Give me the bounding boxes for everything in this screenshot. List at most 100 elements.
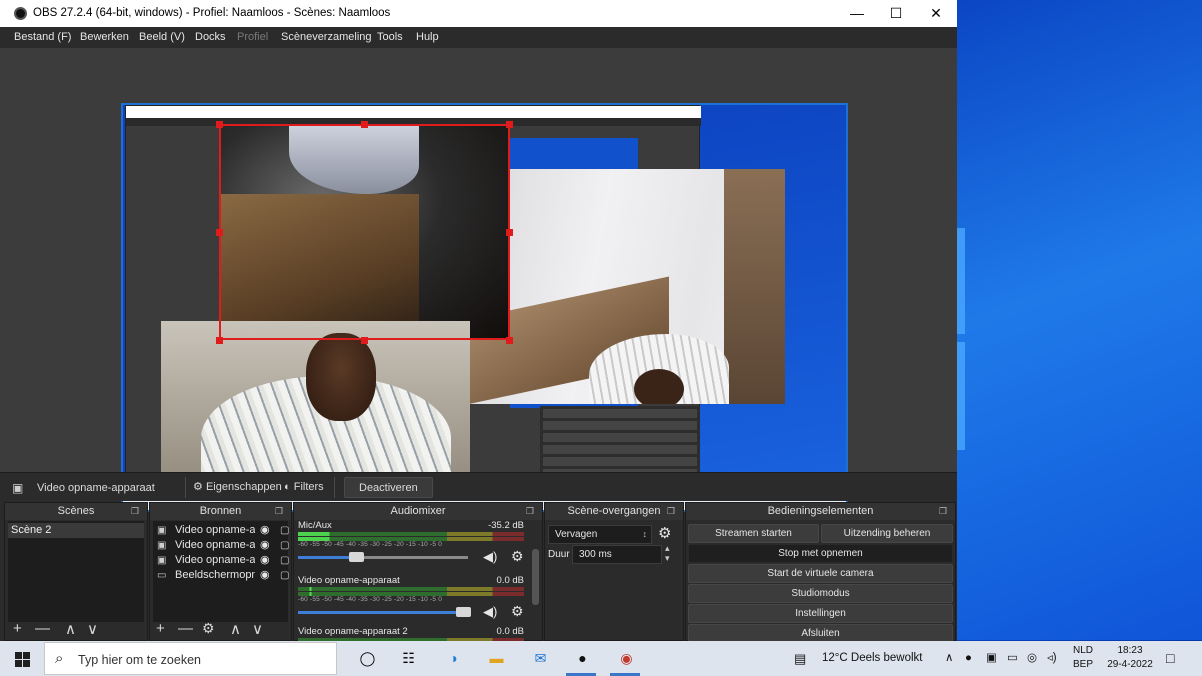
- gear-icon[interactable]: ⚙: [511, 603, 524, 620]
- source-item[interactable]: ▣ Video opname-apparaat ◉ ▢: [153, 553, 289, 568]
- volume-slider-knob[interactable]: [456, 607, 471, 617]
- source-item[interactable]: ▣ Video opname-apparaat ◉ ▢: [153, 538, 289, 553]
- mixer-scrollbar[interactable]: [532, 549, 539, 605]
- camera-icon: ▣: [157, 525, 167, 536]
- resize-handle-ne[interactable]: [506, 121, 513, 128]
- stop-recording-button[interactable]: Stop met opnemen: [688, 544, 953, 563]
- move-scene-down-button[interactable]: ∨: [87, 620, 98, 638]
- battery-icon[interactable]: ▭: [1007, 641, 1018, 676]
- visibility-eye-icon[interactable]: ◉: [260, 553, 270, 568]
- webcam-source-right[interactable]: [469, 169, 785, 404]
- scenes-dock-header: Scènes ❐: [5, 503, 147, 520]
- undock-icon[interactable]: ❐: [275, 503, 283, 520]
- resize-handle-se[interactable]: [506, 337, 513, 344]
- lock-icon[interactable]: ▢: [280, 538, 289, 553]
- visibility-eye-icon[interactable]: ◉: [260, 568, 270, 583]
- resize-handle-nw[interactable]: [216, 121, 223, 128]
- properties-label: Eigenschappen: [205, 481, 282, 493]
- webcam-source-face[interactable]: [161, 321, 470, 496]
- add-scene-button[interactable]: +: [13, 620, 22, 637]
- resize-handle-n[interactable]: [361, 121, 368, 128]
- duration-stepper-icon[interactable]: ▴ ▾: [665, 543, 670, 563]
- lock-icon[interactable]: ▢: [280, 523, 289, 538]
- source-properties-button[interactable]: ⚙: [202, 620, 215, 637]
- transition-select[interactable]: Vervagen ↕: [548, 525, 652, 544]
- visibility-eye-icon[interactable]: ◉: [260, 538, 270, 553]
- undock-icon[interactable]: ❐: [131, 503, 139, 520]
- edge-icon[interactable]: ◑: [443, 648, 464, 669]
- preview-canvas[interactable]: [121, 103, 848, 512]
- app-tray-icon[interactable]: ▣: [986, 641, 997, 676]
- notification-icon[interactable]: □: [1166, 641, 1174, 676]
- obs-taskbar-icon[interactable]: ●: [572, 648, 593, 669]
- lock-icon[interactable]: ▢: [280, 553, 289, 568]
- remove-scene-button[interactable]: —: [35, 620, 50, 637]
- cortana-icon[interactable]: ◯: [357, 648, 378, 669]
- duration-input[interactable]: 300 ms: [572, 545, 662, 564]
- resize-handle-e[interactable]: [506, 229, 513, 236]
- recorder-icon[interactable]: ◉: [616, 648, 637, 669]
- close-button[interactable]: ✕: [916, 0, 956, 27]
- minimize-button[interactable]: —: [837, 0, 877, 27]
- menu-profiel[interactable]: Profiel: [237, 31, 268, 43]
- add-source-button[interactable]: +: [156, 620, 165, 637]
- lock-icon[interactable]: ▢: [280, 568, 289, 583]
- menu-bewerken[interactable]: Bewerken: [80, 31, 129, 43]
- file-explorer-icon[interactable]: ▬: [486, 648, 507, 669]
- visibility-eye-icon[interactable]: ◉: [260, 523, 270, 538]
- taskbar-search[interactable]: ⌕ Typ hier om te zoeken: [44, 642, 337, 675]
- undock-icon[interactable]: ❐: [939, 503, 947, 520]
- level-meter: [298, 532, 524, 536]
- scene-item[interactable]: Scène 2: [8, 523, 144, 538]
- resize-handle-sw[interactable]: [216, 337, 223, 344]
- channel-name: Mic/Aux: [298, 520, 332, 531]
- task-view-icon[interactable]: ☷: [398, 648, 419, 669]
- menu-bestand[interactable]: Bestand (F): [14, 31, 71, 43]
- move-scene-up-button[interactable]: ∧: [65, 620, 76, 638]
- maximize-button[interactable]: ☐: [876, 0, 916, 27]
- source-item[interactable]: ▣ Video opname-apparaat ◉ ▢: [153, 523, 289, 538]
- tray-chevron-icon[interactable]: ∧: [945, 641, 953, 676]
- move-source-down-button[interactable]: ∨: [252, 620, 263, 638]
- speaker-icon[interactable]: ◀): [483, 549, 497, 565]
- filters-button[interactable]: ◐ Filters: [284, 477, 324, 498]
- channel-db: 0.0 dB: [496, 575, 524, 586]
- start-button[interactable]: [0, 641, 44, 676]
- language-indicator[interactable]: NLD BEP: [1070, 644, 1096, 672]
- manage-broadcast-button[interactable]: Uitzending beheren: [821, 524, 953, 543]
- exit-button[interactable]: Afsluiten: [688, 624, 953, 641]
- mixer-channel: Video opname-apparaat 0.0 dB -60 -55 -50…: [298, 575, 528, 631]
- move-source-up-button[interactable]: ∧: [230, 620, 241, 638]
- mail-icon[interactable]: ✉: [530, 648, 551, 669]
- properties-button[interactable]: ⚙ Eigenschappen: [193, 477, 282, 498]
- volume-icon[interactable]: ◃): [1047, 641, 1057, 676]
- scenes-list: Scène 2: [8, 521, 144, 622]
- studio-mode-button[interactable]: Studiomodus: [688, 584, 953, 603]
- menu-sceneverzameling[interactable]: Scèneverzameling: [281, 31, 372, 43]
- transition-gear-icon[interactable]: ⚙: [658, 524, 671, 542]
- undock-icon[interactable]: ❐: [667, 503, 675, 520]
- source-item[interactable]: ▭ Beeldschermopname ◉ ▢: [153, 568, 289, 583]
- news-icon[interactable]: ▤: [794, 641, 806, 676]
- remove-source-button[interactable]: —: [178, 620, 193, 637]
- volume-slider-knob[interactable]: [349, 552, 364, 562]
- clock[interactable]: 18:23 29-4-2022: [1102, 644, 1158, 672]
- resize-handle-w[interactable]: [216, 229, 223, 236]
- undock-icon[interactable]: ❐: [526, 503, 534, 520]
- menu-beeld[interactable]: Beeld (V): [139, 31, 185, 43]
- virtual-camera-button[interactable]: Start de virtuele camera: [688, 564, 953, 583]
- settings-button[interactable]: Instellingen: [688, 604, 953, 623]
- menu-docks[interactable]: Docks: [195, 31, 226, 43]
- weather-text[interactable]: 12°C Deels bewolkt: [822, 641, 922, 676]
- menu-tools[interactable]: Tools: [377, 31, 403, 43]
- sources-dock-title: Bronnen: [199, 505, 242, 517]
- gear-icon[interactable]: ⚙: [511, 548, 524, 565]
- menu-hulp[interactable]: Hulp: [416, 31, 439, 43]
- network-icon[interactable]: ◎: [1027, 641, 1037, 676]
- speaker-icon[interactable]: ◀): [483, 604, 497, 620]
- selection-box[interactable]: [219, 124, 510, 340]
- deactivate-button[interactable]: Deactiveren: [344, 477, 433, 498]
- microphone-icon[interactable]: ●: [965, 641, 972, 676]
- start-streaming-button[interactable]: Streamen starten: [688, 524, 819, 543]
- resize-handle-s[interactable]: [361, 337, 368, 344]
